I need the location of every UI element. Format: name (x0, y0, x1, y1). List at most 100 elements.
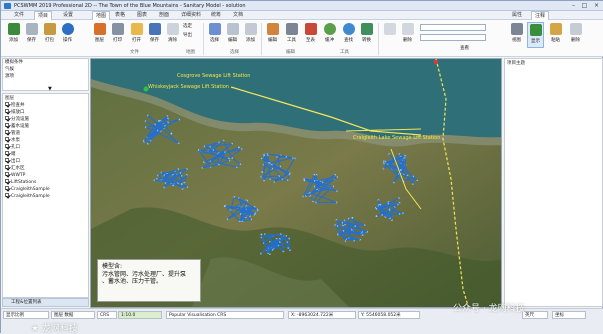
layer-checkbox[interactable] (5, 116, 9, 120)
layers-button[interactable]: 图层 (91, 22, 108, 48)
show-button[interactable]: 显示 (527, 22, 544, 48)
layer-item[interactable]: 分流设施 (3, 116, 88, 123)
layer-checkbox[interactable] (5, 179, 9, 183)
list-item[interactable]: 气候 (3, 66, 88, 73)
layers-panel: 图层 检查井排放口分流设施蓄水设施管道水泵孔口堰出口汇水区WWTPLiftSta… (2, 93, 89, 298)
layer-checkbox[interactable] (5, 102, 9, 106)
project-list-tab[interactable]: 工程&位置列表 (2, 298, 89, 307)
manhole-node[interactable] (181, 183, 183, 185)
sewer-pipe[interactable] (277, 157, 286, 158)
tab-properties[interactable]: 属性 (509, 11, 525, 20)
clear-button[interactable]: 清除 (164, 22, 181, 48)
layer-checkbox[interactable] (5, 137, 9, 141)
layer-select[interactable]: 图层 数据 (51, 311, 95, 319)
minimize-icon[interactable]: – (568, 2, 579, 10)
manhole-node[interactable] (304, 179, 306, 181)
list-item[interactable]: 源项 (3, 73, 88, 80)
layer-checkbox[interactable] (5, 144, 9, 148)
layer-item[interactable]: 排放口 (3, 109, 88, 116)
list-item[interactable]: 模拟条件 (3, 59, 88, 66)
tab-settings[interactable]: 设置 (60, 11, 76, 20)
crs-short[interactable]: CRS (97, 311, 117, 319)
add-button[interactable]: 添加 (5, 22, 22, 48)
operation-button[interactable]: 操作 (59, 22, 76, 48)
tab-project[interactable]: 项目 (34, 11, 52, 20)
to-table-button[interactable]: 至表 (302, 22, 319, 48)
edit-icon (227, 23, 239, 35)
tab-docs[interactable]: 文档 (230, 11, 246, 20)
paste-note-button[interactable]: 粘贴 (547, 22, 564, 48)
tab-graph[interactable]: 图表 (134, 11, 150, 20)
crs-name[interactable]: Popular Visualisation CRS (166, 311, 284, 319)
layer-item[interactable]: WWTP (3, 172, 88, 179)
layer-checkbox[interactable] (5, 151, 9, 155)
maximize-icon[interactable]: □ (579, 2, 590, 10)
wwtp-marker[interactable] (434, 60, 438, 64)
manhole-node[interactable] (170, 133, 172, 135)
layer-checkbox[interactable] (5, 186, 9, 190)
layer-checkbox[interactable] (5, 193, 9, 197)
package-button[interactable]: 打包 (41, 22, 58, 48)
tab-stats[interactable]: 统筹 (208, 11, 224, 20)
layer-checkbox[interactable] (5, 158, 9, 162)
globe-icon (62, 23, 74, 35)
layer-item[interactable]: 水泵 (3, 137, 88, 144)
manhole-node[interactable] (400, 169, 402, 171)
delete-button[interactable]: 删除 (399, 22, 416, 48)
layer-item[interactable]: 出口 (3, 158, 88, 165)
find-button[interactable]: 查找 (340, 22, 357, 48)
tab-notes[interactable]: 注释 (531, 11, 549, 20)
layer-label: WWTP (11, 173, 25, 178)
tools-button[interactable]: 工具 (283, 22, 300, 48)
selected-menu[interactable]: 选定 (183, 23, 192, 29)
save-project-button[interactable]: 保存 (23, 22, 40, 48)
layer-item[interactable]: 检查井 (3, 102, 88, 109)
buffer-button[interactable]: 缓冲 (321, 22, 338, 48)
layer-item[interactable]: CraigleithSample (3, 186, 88, 193)
layer-item[interactable]: 堰 (3, 151, 88, 158)
select-button[interactable]: 选择 (206, 22, 223, 48)
mode-label[interactable]: 坐标 (552, 311, 586, 319)
layer-checkbox[interactable] (5, 165, 9, 169)
close-icon[interactable]: × (591, 2, 602, 10)
layer-item[interactable]: 蓄水设施 (3, 123, 88, 130)
print-button[interactable]: 打印 (109, 22, 126, 48)
open-button[interactable]: 打开 (128, 22, 145, 48)
layer-checkbox[interactable] (5, 130, 9, 134)
layer-checkbox[interactable] (5, 123, 9, 127)
tab-profile[interactable]: 剖面 (156, 11, 172, 20)
manhole-node[interactable] (261, 171, 263, 173)
layer-checkbox[interactable] (5, 172, 9, 176)
filter-combo[interactable] (420, 34, 486, 41)
paste-button[interactable] (381, 22, 398, 48)
manhole-node[interactable] (224, 205, 226, 207)
chevron-down-icon[interactable]: ▼ (48, 86, 52, 92)
convert-button[interactable]: 转换 (358, 22, 375, 48)
edit-select-button[interactable]: 编辑 (224, 22, 241, 48)
layer-item[interactable]: 孔口 (3, 144, 88, 151)
tab-file[interactable]: 文件 (11, 11, 27, 20)
layer-checkbox[interactable] (5, 109, 9, 113)
tab-map[interactable]: 地图 (92, 11, 110, 20)
layer-item[interactable]: 管道 (3, 130, 88, 137)
manhole-node[interactable] (238, 147, 240, 149)
y-coordinate: Y: 5546058.052米 (358, 311, 420, 319)
save-map-button[interactable]: 保存 (146, 22, 163, 48)
view-button[interactable]: 视图 (508, 22, 525, 48)
layer-item[interactable]: LiftStations (3, 179, 88, 186)
layer-item[interactable]: CraigleithSample (3, 193, 88, 200)
manhole-node[interactable] (352, 217, 354, 219)
layer-combo[interactable] (420, 24, 486, 31)
units-label[interactable]: 英尺 (522, 311, 548, 319)
delete-note-button[interactable]: 删除 (567, 22, 584, 48)
layer-item[interactable]: 汇水区 (3, 165, 88, 172)
manhole-node[interactable] (376, 215, 378, 217)
export-menu[interactable]: 导出 (183, 32, 192, 38)
tab-table[interactable]: 表格 (112, 11, 128, 20)
edit-button[interactable]: 编辑 (264, 22, 281, 48)
tab-details[interactable]: 详细资料 (178, 11, 204, 20)
sewer-pipe[interactable] (218, 152, 219, 163)
scale-value[interactable]: 1:10.0 (118, 311, 162, 319)
add-feature-button[interactable]: 添加 (242, 22, 259, 48)
manhole-node[interactable] (261, 234, 263, 236)
